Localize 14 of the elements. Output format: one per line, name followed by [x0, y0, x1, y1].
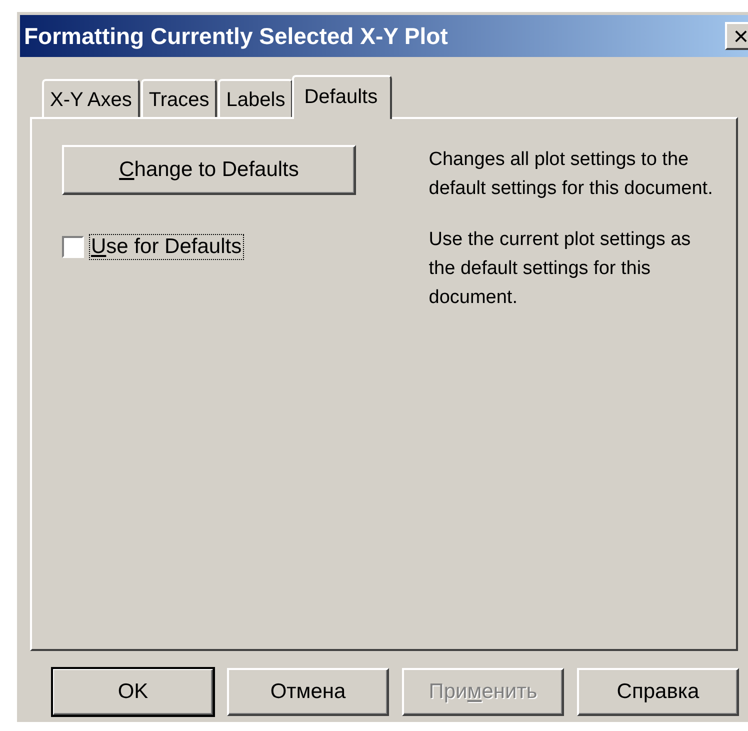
dialog-button[interactable]: Справка: [577, 668, 739, 716]
tab[interactable]: Traces: [140, 79, 218, 117]
tab[interactable]: X-Y Axes: [42, 79, 140, 117]
checkbox[interactable]: [62, 236, 84, 258]
tab[interactable]: Labels: [218, 79, 294, 117]
checkbox-label[interactable]: Use for Defaults: [90, 235, 243, 259]
dialog-button[interactable]: OK: [52, 668, 214, 716]
close-button[interactable]: ×: [725, 22, 748, 50]
dialog-button[interactable]: Отмена: [227, 668, 389, 716]
change-to-defaults-button[interactable]: Change to Defaults: [62, 145, 356, 195]
description-text: Changes all plot settings to the default settings for this document.: [428, 148, 714, 201]
window-title: Formatting Currently Selected X-Y Plot: [24, 22, 448, 50]
description-text: Use the current plot settings as the default settings for this document.: [428, 228, 692, 310]
tab[interactable]: Defaults: [292, 75, 392, 119]
